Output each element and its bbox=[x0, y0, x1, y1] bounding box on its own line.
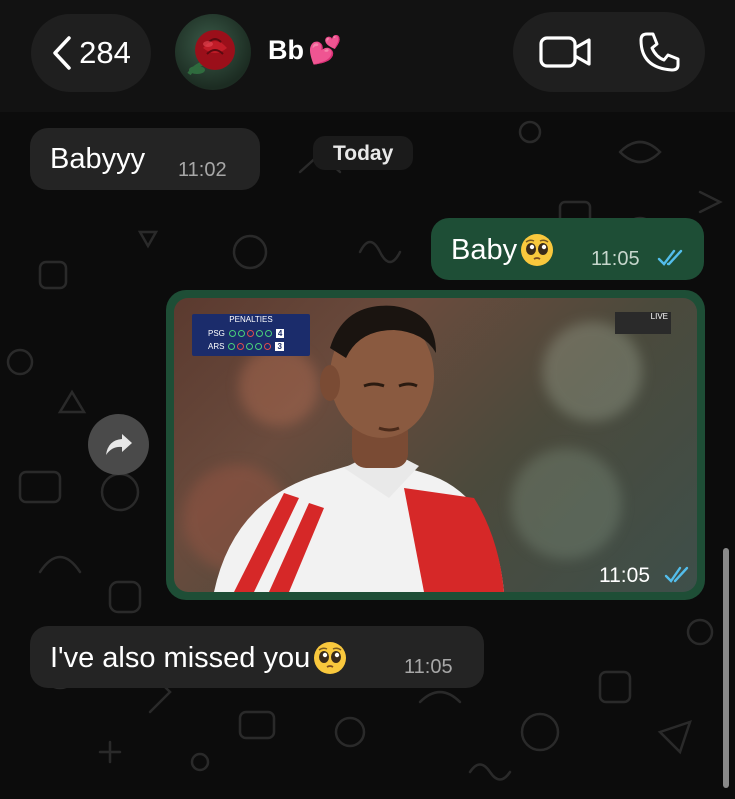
call-buttons bbox=[513, 12, 705, 92]
pleading-face-emoji-icon bbox=[521, 234, 554, 266]
back-button[interactable]: 284 bbox=[31, 14, 151, 92]
message-incoming[interactable]: Babyyy 11:02 bbox=[30, 128, 260, 190]
message-time: 11:02 bbox=[178, 159, 227, 181]
live-badge: LIVE bbox=[615, 312, 671, 334]
chat-header: 284 Bb 💕 bbox=[0, 0, 735, 112]
forward-arrow-icon bbox=[105, 433, 132, 455]
message-text: I've also missed you bbox=[50, 641, 311, 674]
team-name: PSG bbox=[208, 329, 225, 338]
avatar[interactable] bbox=[175, 14, 251, 90]
unread-count: 284 bbox=[79, 35, 131, 70]
team-name: ARS bbox=[208, 342, 225, 351]
scoreboard-team-row: ARS 3 bbox=[208, 341, 284, 352]
phone-call-icon[interactable] bbox=[637, 30, 681, 74]
penalty-dots bbox=[228, 330, 272, 337]
message-time: 11:05 bbox=[599, 564, 650, 587]
pleading-face-emoji-icon bbox=[314, 642, 347, 674]
forward-button[interactable] bbox=[88, 414, 149, 475]
message-outgoing[interactable]: Baby 11:05 bbox=[431, 218, 704, 280]
message-time: 11:05 bbox=[591, 248, 640, 270]
read-receipt-icon bbox=[657, 249, 683, 266]
message-text-wrap: I've also missed you bbox=[50, 640, 348, 676]
contact-name[interactable]: Bb 💕 bbox=[268, 34, 342, 66]
scoreboard-title: PENALTIES bbox=[229, 315, 273, 324]
message-text-wrap: Baby bbox=[451, 232, 555, 268]
message-text: Babyyy bbox=[50, 143, 146, 175]
penalty-dots bbox=[228, 343, 272, 350]
message-incoming[interactable]: I've also missed you 11:05 bbox=[30, 626, 484, 688]
video-message[interactable]: PENALTIES PSG 4 ARS 3 LIVE 11:05 bbox=[166, 290, 705, 600]
date-separator: Today bbox=[313, 136, 414, 170]
chevron-left-icon bbox=[53, 36, 71, 70]
contact-emoji: 💕 bbox=[308, 35, 342, 65]
message-text: Baby bbox=[451, 233, 518, 266]
live-label: LIVE bbox=[650, 312, 668, 321]
team-score: 3 bbox=[275, 342, 284, 351]
message-time: 11:05 bbox=[404, 656, 453, 678]
scrollbar[interactable] bbox=[723, 548, 729, 788]
read-receipt-icon bbox=[664, 566, 689, 583]
penalty-scoreboard: PENALTIES PSG 4 ARS 3 bbox=[192, 314, 310, 356]
video-thumbnail[interactable]: PENALTIES PSG 4 ARS 3 LIVE 11:05 bbox=[174, 298, 697, 592]
scoreboard-team-row: PSG 4 bbox=[208, 328, 285, 339]
contact-name-text: Bb bbox=[268, 34, 304, 65]
team-score: 4 bbox=[275, 329, 285, 338]
video-call-icon[interactable] bbox=[539, 34, 593, 70]
rose-icon bbox=[187, 30, 235, 76]
